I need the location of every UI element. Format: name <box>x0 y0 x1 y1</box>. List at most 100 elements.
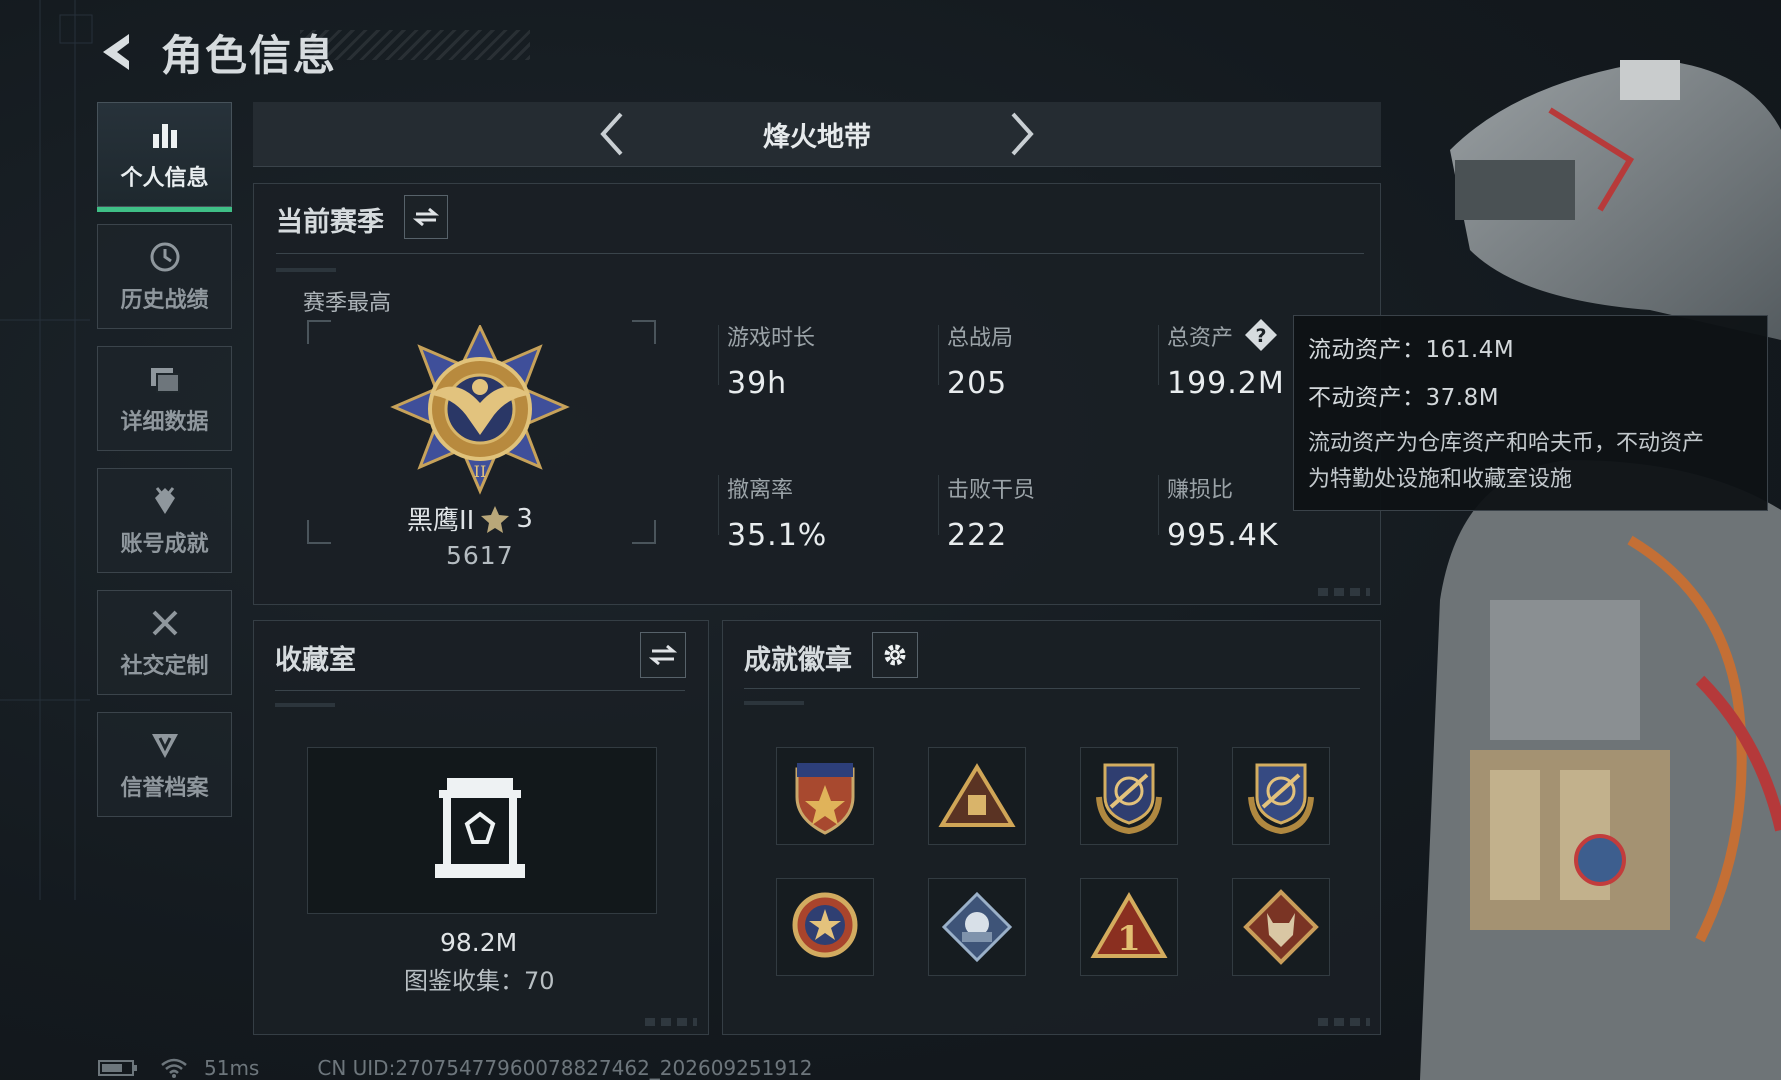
mode-selector: 烽火地带 <box>253 102 1381 167</box>
stat-separator <box>938 325 939 385</box>
sidebar-item-label: 个人信息 <box>120 165 209 191</box>
stat-value: 995.4K <box>1167 518 1279 553</box>
stat-separator <box>938 475 939 535</box>
collection-title: 收藏室 <box>275 645 356 676</box>
chevron-left-icon[interactable] <box>597 110 627 158</box>
decor-tag <box>275 703 335 707</box>
gear-icon <box>884 644 906 666</box>
stat-separator <box>718 325 719 385</box>
season-best-label: 赛季最高 <box>303 291 392 316</box>
ping-value: 51ms <box>204 1056 260 1080</box>
stat-value: 35.1% <box>727 518 828 553</box>
badges-settings-button[interactable] <box>872 632 918 678</box>
stat-play-time: 游戏时长 39h <box>727 320 815 401</box>
rank-stars: 3 <box>516 503 533 534</box>
sidebar-item-social[interactable]: 社交定制 <box>97 590 232 695</box>
collection-count: 图鉴收集：70 <box>404 967 555 995</box>
season-divider <box>276 253 1364 254</box>
mode-title: 烽火地带 <box>763 121 871 153</box>
stat-label: 击败干员 <box>947 478 1036 503</box>
credit-shield-icon <box>151 733 178 758</box>
badge-slot[interactable] <box>1232 747 1330 845</box>
sidebar-item-personal-info[interactable]: 个人信息 <box>97 102 232 212</box>
operator-character-image <box>1420 60 1781 1080</box>
panel-decoration <box>1318 1018 1370 1026</box>
number-one-badge-icon: 1 <box>1090 892 1168 959</box>
history-clock-icon <box>150 242 179 271</box>
stat-separator <box>1158 325 1159 385</box>
stat-value: 205 <box>947 366 1008 401</box>
sidebar-item-achievements[interactable]: 账号成就 <box>97 468 232 573</box>
collection-value: 98.2M <box>440 928 518 957</box>
season-switch-button[interactable] <box>404 195 448 239</box>
panel-decoration <box>1318 588 1370 596</box>
badge-slot[interactable]: 1 <box>1080 878 1178 976</box>
status-footer: 51ms CN UID:27075477960078827462_2026092… <box>98 1056 813 1080</box>
badge-slot[interactable] <box>928 747 1026 845</box>
swap-icon <box>649 644 677 666</box>
frame-corner <box>632 320 656 344</box>
stat-value: 199.2M <box>1167 366 1285 401</box>
crosshair-wreath-badge-icon <box>1096 763 1162 835</box>
badge-slot[interactable] <box>776 747 874 845</box>
back-arrow-icon[interactable] <box>95 28 143 76</box>
swap-icon <box>413 207 439 227</box>
uid-text: CN UID:27075477960078827462_202609251912 <box>317 1056 813 1080</box>
rank-title: 黑鹰II <box>407 506 475 536</box>
decor-tag <box>276 268 336 272</box>
display-case-icon <box>435 778 525 878</box>
stat-separator <box>1158 475 1159 535</box>
folders-icon <box>150 367 180 393</box>
tools-icon <box>152 610 177 635</box>
frame-corner <box>307 520 331 544</box>
svg-text:?: ? <box>1255 325 1266 347</box>
decor-tag <box>744 701 804 705</box>
badges-divider <box>744 688 1360 689</box>
sidebar-item-history[interactable]: 历史战绩 <box>97 224 232 329</box>
wifi-icon <box>161 1058 187 1078</box>
sidebar: 个人信息 历史战绩 详细数据 账号成就 社交定制 信誉档案 <box>97 102 234 834</box>
svg-text:II: II <box>474 462 487 481</box>
stat-value: 222 <box>947 518 1008 553</box>
stat-value: 39h <box>727 366 788 401</box>
badge-slot[interactable] <box>776 878 874 976</box>
badge-slot[interactable] <box>1232 878 1330 976</box>
shield-star-badge-icon <box>795 763 855 835</box>
panel-decoration <box>645 1018 697 1026</box>
frame-corner <box>307 320 331 344</box>
sidebar-item-label: 信誉档案 <box>120 775 209 801</box>
sidebar-item-label: 账号成就 <box>120 531 209 557</box>
star-medal-badge-icon <box>792 892 858 958</box>
badge-slot[interactable] <box>1080 747 1178 845</box>
rank-score: 5617 <box>446 541 514 570</box>
badge-slot[interactable] <box>928 878 1026 976</box>
sidebar-item-detailed-data[interactable]: 详细数据 <box>97 346 232 451</box>
crosshair-wreath-badge-icon <box>1248 763 1314 835</box>
pyramid-badge-icon <box>938 763 1016 827</box>
sidebar-item-label: 详细数据 <box>120 409 209 435</box>
tooltip-liquid-assets: 流动资产：161.4M <box>1308 337 1515 363</box>
svg-text:1: 1 <box>1117 919 1141 959</box>
assets-tooltip: 流动资产：161.4M 不动资产：37.8M 流动资产为仓库资产和哈夫币，不动资… <box>1293 315 1768 511</box>
wolf-badge-icon <box>1243 889 1319 965</box>
title-decoration <box>300 30 530 60</box>
stat-operators-defeated: 击败干员 222 <box>947 472 1035 553</box>
stat-label: 撤离率 <box>727 478 794 503</box>
chevron-right-icon[interactable] <box>1007 110 1037 158</box>
diamond-tech-badge-icon <box>941 891 1013 963</box>
sidebar-item-credit[interactable]: 信誉档案 <box>97 712 232 817</box>
battery-icon <box>98 1060 137 1076</box>
stat-total-matches: 总战局 205 <box>947 320 1013 401</box>
help-icon[interactable]: ? <box>1243 317 1279 353</box>
badges-title: 成就徽章 <box>744 645 852 676</box>
collection-divider <box>275 690 685 691</box>
sidebar-item-label: 历史战绩 <box>120 287 209 313</box>
stat-label: 游戏时长 <box>727 326 816 351</box>
stat-profit-loss: 赚损比 995.4K <box>1167 472 1279 553</box>
tooltip-description-line1: 流动资产为仓库资产和哈夫币，不动资产 <box>1308 431 1705 456</box>
stat-separator <box>718 475 719 535</box>
bar-chart-icon <box>152 123 177 148</box>
achievement-icon <box>154 486 175 514</box>
collection-switch-button[interactable] <box>640 632 686 678</box>
star-icon <box>481 505 510 533</box>
